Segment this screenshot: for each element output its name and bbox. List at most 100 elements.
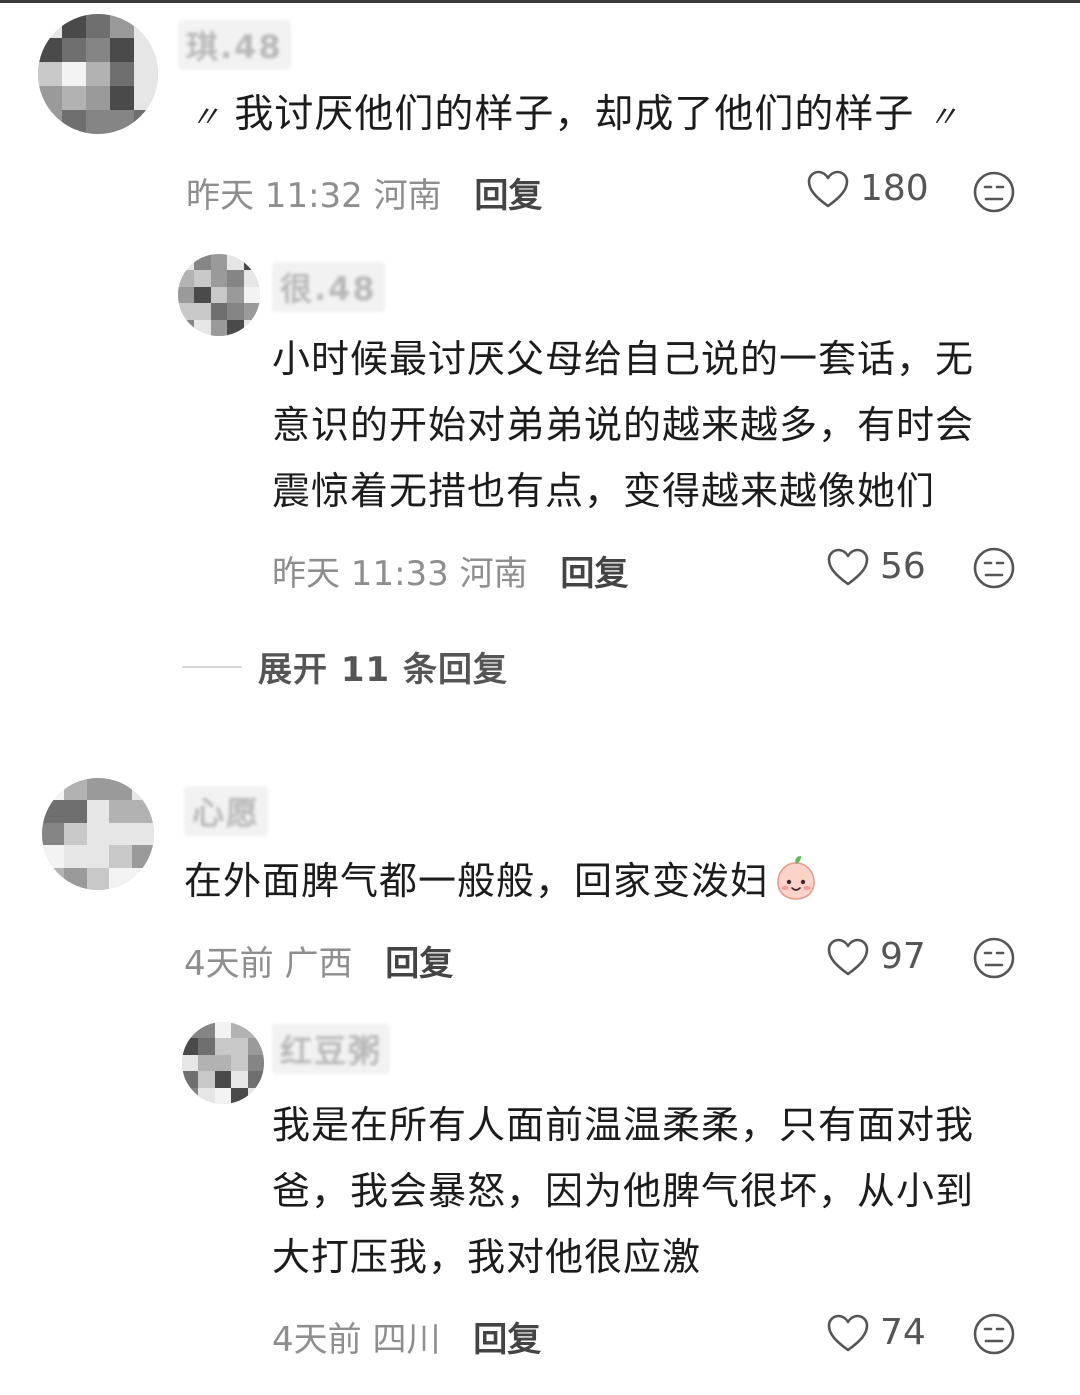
quote-open: 〃 [190,100,221,135]
heart-icon [827,938,869,975]
mosaic-cell [194,319,211,336]
mosaic-cell [227,286,244,304]
mosaic-cell [42,800,65,823]
mosaic-cell [86,86,110,110]
avatar[interactable] [38,14,158,134]
mosaic-cell [86,62,110,86]
username[interactable]: 琪.48 [178,20,291,70]
reply-line: 大打压我，我对他很应激 [272,1235,702,1279]
mosaic-cell [231,1022,248,1039]
mosaic-cell [42,867,65,890]
avatar-mosaic [42,778,154,890]
like-button[interactable]: 180 [806,168,929,209]
mosaic-cell [110,38,134,62]
reply-line: 震惊着无措也有点，变得越来越像她们 [272,469,936,513]
location: 河南 [373,176,442,216]
dislike-face-icon[interactable] [972,1312,1016,1356]
mosaic-cell [178,319,195,336]
mosaic-cell [194,270,211,287]
avatar[interactable] [178,254,260,336]
mosaic-cell [42,778,65,801]
mosaic-cell [38,38,62,62]
mosaic-cell [231,1087,248,1104]
reply-meta: 4天前 四川 回复 [272,1312,541,1361]
mosaic-cell [110,62,134,86]
mosaic-cell [210,270,228,287]
mosaic-cell [214,1038,232,1055]
location: 广西 [284,944,353,984]
mosaic-cell [64,867,87,890]
mosaic-cell [198,1022,215,1039]
mosaic-cell [109,822,132,846]
dislike-face-icon[interactable] [972,170,1016,214]
reply-button[interactable]: 回复 [473,1320,541,1360]
mosaic-cell [134,110,158,134]
mosaic-cell [131,845,154,868]
mosaic-cell [194,254,211,271]
mosaic-cell [247,1038,264,1055]
mosaic-cell [109,867,132,890]
quote-close: 〃 [927,100,959,135]
mosaic-cell [243,270,260,287]
mosaic-cell [210,254,228,271]
avatar-mosaic [178,254,260,336]
mosaic-cell [64,778,87,801]
mosaic-cell [178,303,195,320]
mosaic-cell [178,286,195,304]
mosaic-cell [86,14,110,38]
mosaic-cell [182,1071,199,1088]
mosaic-cell [86,778,110,801]
timestamp: 4天前 [184,944,274,984]
comment-meta: 4天前 广西 回复 [184,936,453,985]
comment-text: 〃 我讨厌他们的样子，却成了他们的样子 〃 [190,82,959,151]
mosaic-cell [109,800,132,823]
mosaic-cell [86,845,110,868]
reply-text: 小时候最讨厌父母给自己说的一套话，无 意识的开始对弟弟说的越来越多，有时会 震惊… [272,326,974,524]
timestamp: 4天前 [272,1320,362,1360]
like-button[interactable]: 97 [826,936,926,977]
timestamp: 昨天 11:32 [186,176,363,216]
mosaic-cell [214,1087,232,1104]
expand-replies-button[interactable]: 展开 11 条回复 [182,642,508,691]
username[interactable]: 心愿 [184,786,269,836]
mosaic-cell [38,86,62,110]
mosaic-cell [231,1038,248,1055]
mosaic-cell [42,845,65,868]
mosaic-cell [198,1054,215,1072]
avatar[interactable] [42,778,154,890]
mosaic-cell [86,822,110,846]
avatar[interactable] [182,1022,264,1104]
reply-button[interactable]: 回复 [385,944,453,984]
mosaic-cell [243,254,260,271]
like-count: 74 [880,1312,926,1353]
reply-button[interactable]: 回复 [560,554,628,594]
mosaic-cell [231,1054,248,1072]
mosaic-cell [62,38,86,62]
like-button[interactable]: 56 [826,546,926,587]
dislike-face-icon[interactable] [972,546,1016,590]
like-button[interactable]: 74 [826,1312,926,1353]
mosaic-cell [62,14,86,38]
timestamp: 昨天 11:33 [272,554,449,594]
username[interactable]: 红豆粥 [272,1024,391,1074]
mosaic-cell [182,1038,199,1055]
mosaic-cell [210,319,228,336]
mosaic-cell [198,1038,215,1055]
mosaic-cell [110,14,134,38]
mosaic-cell [134,86,158,110]
mosaic-cell [182,1054,199,1072]
comment-meta: 昨天 11:32 河南 回复 [186,168,542,217]
reply-line: 我是在所有人面前温温柔柔，只有面对我 [272,1103,975,1147]
reply-button[interactable]: 回复 [474,176,542,216]
mosaic-cell [182,1087,199,1104]
mosaic-cell [62,62,86,86]
mosaic-cell [38,110,62,134]
mosaic-cell [182,1022,199,1039]
dislike-face-icon[interactable] [972,936,1016,980]
mosaic-cell [194,303,211,320]
username[interactable]: 很.48 [272,262,385,312]
mosaic-cell [64,800,87,823]
heart-icon [807,170,849,207]
reply-line: 小时候最讨厌父母给自己说的一套话，无 [272,337,975,381]
mosaic-cell [243,286,260,304]
